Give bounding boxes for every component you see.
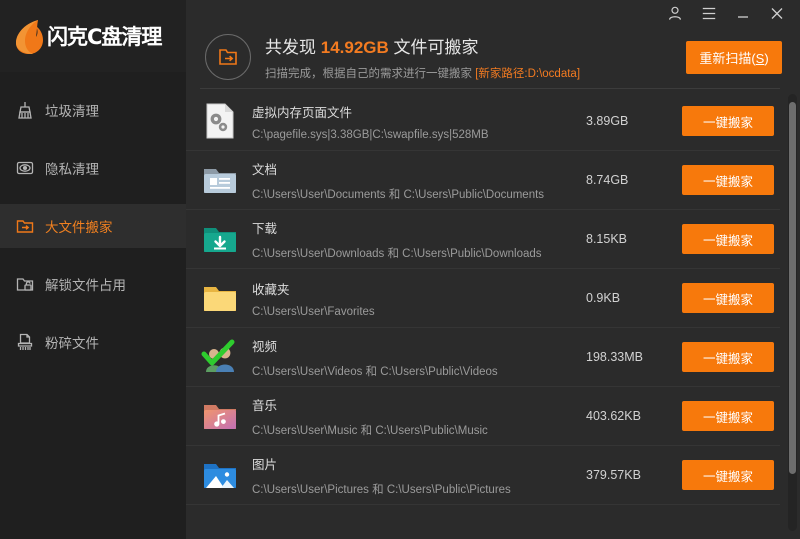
row-path: C:\Users\User\Downloads 和 C:\Users\Publi…	[252, 245, 586, 261]
row-name: 虚拟内存页面文件	[252, 102, 586, 121]
sidebar-item-label: 大文件搬家	[45, 216, 113, 236]
row-name: 视频	[252, 336, 586, 355]
sidebar-item-big-file-move[interactable]: 大文件搬家	[0, 204, 186, 248]
row-size: 8.15KB	[586, 232, 682, 246]
row-texts: 文档 C:\Users\User\Documents 和 C:\Users\Pu…	[252, 159, 586, 202]
nav-spacer	[0, 190, 186, 204]
nav-spacer	[0, 306, 186, 320]
row-path: C:\Users\User\Documents 和 C:\Users\Publi…	[252, 186, 586, 202]
row-texts: 图片 C:\Users\User\Pictures 和 C:\Users\Pub…	[252, 454, 586, 497]
sidebar-item-junk-clean[interactable]: 垃圾清理	[0, 88, 186, 132]
person-icon[interactable]	[666, 4, 684, 22]
row-size: 198.33MB	[586, 350, 682, 364]
pagefile-gears-icon	[200, 101, 240, 141]
app-window: 闪克C盘清理 垃圾清理	[0, 0, 800, 539]
page-title: 共发现 14.92GB 文件可搬家	[265, 33, 686, 58]
header-texts: 共发现 14.92GB 文件可搬家 扫描完成，根据自己的需求进行一键搬家 [新家…	[265, 33, 686, 81]
sidebar-nav: 垃圾清理 隐私清理	[0, 88, 186, 364]
sidebar-item-label: 粉碎文件	[45, 332, 99, 352]
row-path: C:\Users\User\Favorites	[252, 306, 586, 318]
move-button[interactable]: 一键搬家	[682, 165, 774, 195]
row-size: 0.9KB	[586, 291, 682, 305]
row-texts: 虚拟内存页面文件 C:\pagefile.sys|3.38GB|C:\swapf…	[252, 102, 586, 141]
rescan-button[interactable]: 重新扫描(S)	[686, 41, 782, 74]
flame-logo-icon	[12, 16, 46, 56]
app-logo-text: 闪克C盘清理	[47, 21, 161, 51]
unlock-file-icon	[14, 273, 36, 295]
documents-folder-icon	[200, 160, 240, 200]
row-texts: 音乐 C:\Users\User\Music 和 C:\Users\Public…	[252, 395, 586, 438]
row-name: 音乐	[252, 395, 586, 414]
move-button[interactable]: 一键搬家	[682, 283, 774, 313]
videos-people-check-icon	[200, 337, 240, 377]
list-rows: 虚拟内存页面文件 C:\pagefile.sys|3.38GB|C:\swapf…	[186, 92, 800, 539]
row-size: 8.74GB	[586, 173, 682, 187]
row-name: 收藏夹	[252, 279, 586, 298]
row-size: 379.57KB	[586, 468, 682, 482]
row-name: 下载	[252, 218, 586, 237]
downloads-folder-icon	[200, 219, 240, 259]
table-row[interactable]: 图片 C:\Users\User\Pictures 和 C:\Users\Pub…	[186, 446, 780, 505]
row-name: 图片	[252, 454, 586, 473]
pictures-folder-icon	[200, 455, 240, 495]
app-logo: 闪克C盘清理	[0, 0, 186, 72]
title-bar	[186, 0, 800, 26]
move-button[interactable]: 一键搬家	[682, 401, 774, 431]
shredder-icon	[14, 331, 36, 353]
sidebar-item-label: 垃圾清理	[45, 100, 99, 120]
nav-spacer	[0, 132, 186, 146]
close-icon[interactable]	[768, 4, 786, 22]
table-row[interactable]: 虚拟内存页面文件 C:\pagefile.sys|3.38GB|C:\swapf…	[186, 92, 780, 151]
favorites-folder-icon	[200, 278, 240, 318]
row-path: C:\Users\User\Videos 和 C:\Users\Public\V…	[252, 363, 586, 379]
privacy-eye-icon	[14, 157, 36, 179]
subtitle-text: 扫描完成，根据自己的需求进行一键搬家	[265, 68, 475, 80]
move-folder-icon	[14, 215, 36, 237]
rescan-label: 重新扫描(	[699, 51, 755, 66]
sidebar-item-label: 隐私清理	[45, 158, 99, 178]
sidebar-item-shred-file[interactable]: 粉碎文件	[0, 320, 186, 364]
row-texts: 视频 C:\Users\User\Videos 和 C:\Users\Publi…	[252, 336, 586, 379]
new-home-path: [新家路径:D:\ocdata]	[475, 68, 580, 80]
music-folder-icon	[200, 396, 240, 436]
rescan-label-end: )	[764, 51, 768, 66]
move-button[interactable]: 一键搬家	[682, 342, 774, 372]
row-texts: 下载 C:\Users\User\Downloads 和 C:\Users\Pu…	[252, 218, 586, 261]
row-path: C:\pagefile.sys|3.38GB|C:\swapfile.sys|5…	[252, 129, 586, 141]
movable-files-list: 虚拟内存页面文件 C:\pagefile.sys|3.38GB|C:\swapf…	[186, 88, 800, 539]
row-size: 403.62KB	[586, 409, 682, 423]
sidebar: 闪克C盘清理 垃圾清理	[0, 0, 186, 539]
sidebar-item-label: 解锁文件占用	[45, 274, 126, 294]
row-path: C:\Users\User\Pictures 和 C:\Users\Public…	[252, 481, 586, 497]
title-amount: 14.92GB	[321, 38, 389, 57]
row-size: 3.89GB	[586, 114, 682, 128]
hamburger-menu-icon[interactable]	[700, 4, 718, 22]
vertical-scrollbar[interactable]	[788, 94, 797, 531]
sidebar-item-unlock-file[interactable]: 解锁文件占用	[0, 262, 186, 306]
list-top-divider	[200, 88, 780, 89]
scan-summary-header: 共发现 14.92GB 文件可搬家 扫描完成，根据自己的需求进行一键搬家 [新家…	[186, 26, 800, 88]
table-row[interactable]: 视频 C:\Users\User\Videos 和 C:\Users\Publi…	[186, 328, 780, 387]
title-suffix: 文件可搬家	[389, 38, 479, 57]
table-row[interactable]: 收藏夹 C:\Users\User\Favorites 0.9KB 一键搬家	[186, 269, 780, 328]
row-path: C:\Users\User\Music 和 C:\Users\Public\Mu…	[252, 422, 586, 438]
scrollbar-thumb[interactable]	[789, 102, 796, 474]
nav-spacer	[0, 248, 186, 262]
sidebar-item-privacy-clean[interactable]: 隐私清理	[0, 146, 186, 190]
move-folder-circle-icon	[205, 34, 251, 80]
move-button[interactable]: 一键搬家	[682, 106, 774, 136]
move-button[interactable]: 一键搬家	[682, 224, 774, 254]
broom-icon	[14, 99, 36, 121]
row-texts: 收藏夹 C:\Users\User\Favorites	[252, 279, 586, 318]
table-row[interactable]: 下载 C:\Users\User\Downloads 和 C:\Users\Pu…	[186, 210, 780, 269]
minimize-icon[interactable]	[734, 4, 752, 22]
table-row[interactable]: 文档 C:\Users\User\Documents 和 C:\Users\Pu…	[186, 151, 780, 210]
row-name: 文档	[252, 159, 586, 178]
page-subtitle: 扫描完成，根据自己的需求进行一键搬家 [新家路径:D:\ocdata]	[265, 65, 686, 81]
move-button[interactable]: 一键搬家	[682, 460, 774, 490]
title-prefix: 共发现	[265, 38, 321, 57]
table-row[interactable]: 音乐 C:\Users\User\Music 和 C:\Users\Public…	[186, 387, 780, 446]
